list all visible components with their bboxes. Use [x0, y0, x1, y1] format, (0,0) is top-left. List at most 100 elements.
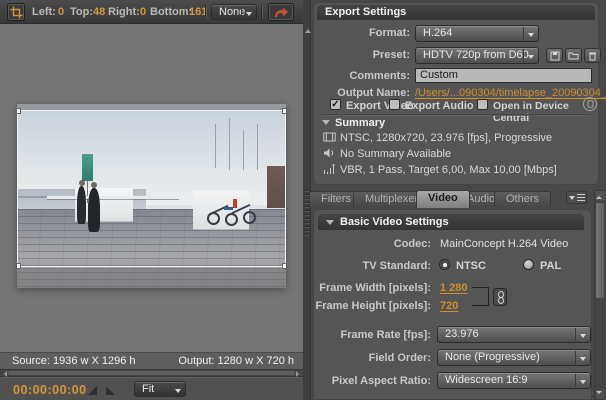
- comments-input[interactable]: Custom: [415, 68, 592, 83]
- panel-menu-button[interactable]: [566, 191, 587, 204]
- tab-audio-label: Audio: [467, 193, 495, 205]
- basic-video-settings-header: Basic Video Settings: [318, 214, 584, 230]
- frame-rate-dropdown[interactable]: 23.976: [437, 326, 591, 343]
- crop-bottom-label: Bottom:: [150, 6, 192, 18]
- crop-handle-top-right[interactable]: [282, 108, 286, 114]
- preview-photo[interactable]: [17, 104, 286, 288]
- dropdown-divider: [523, 49, 524, 62]
- section-divider: [321, 114, 591, 115]
- codec-label: Codec:: [313, 238, 431, 250]
- bitrate-summary-icon: [323, 163, 336, 176]
- link-dimensions-button[interactable]: [493, 288, 507, 306]
- ntsc-label: NTSC: [456, 260, 486, 272]
- zoom-level-value: Fit: [142, 383, 154, 395]
- save-preset-button[interactable]: [546, 48, 563, 63]
- summary-title: Summary: [335, 117, 385, 129]
- export-audio-checkbox[interactable]: [389, 99, 400, 110]
- settings-flyout-button[interactable]: [268, 3, 294, 21]
- frame-width-label: Frame Width [pixels]:: [313, 282, 431, 294]
- tab-others-label: Others: [506, 193, 539, 205]
- chevron-down-icon: [580, 380, 586, 387]
- vertical-scrollbar-thumb[interactable]: [596, 203, 604, 298]
- pixel-aspect-ratio-value: Widescreen 16:9: [445, 374, 528, 386]
- ntsc-radio[interactable]: [439, 259, 450, 270]
- zoom-out-triangle-icon[interactable]: [88, 386, 97, 395]
- export-video-label: Export Video: [346, 100, 414, 112]
- tab-video[interactable]: Video: [416, 190, 470, 208]
- tv-standard-label: TV Standard:: [313, 260, 431, 272]
- crop-tool-button[interactable]: [7, 3, 25, 21]
- zoom-level-dropdown[interactable]: Fit: [134, 381, 186, 397]
- dropdown-divider: [575, 351, 576, 364]
- field-order-dropdown[interactable]: None (Progressive): [437, 349, 591, 366]
- chain-link-icon: [498, 297, 504, 304]
- preset-label: Preset:: [313, 49, 410, 61]
- crop-top-label: Top:: [70, 6, 93, 18]
- basic-video-settings-title: Basic Video Settings: [340, 216, 449, 228]
- frame-height-label: Frame Height [pixels]:: [313, 300, 431, 312]
- output-dimensions: Output: 1280 w X 720 h: [178, 355, 294, 367]
- pixel-aspect-ratio-dropdown[interactable]: Widescreen 16:9: [437, 372, 591, 389]
- output-name-link[interactable]: /Users/...090304/timelapse_20090304_1.mp…: [415, 87, 606, 99]
- format-label: Format:: [313, 27, 410, 39]
- export-audio-label: Export Audio: [405, 100, 474, 112]
- dropdown-divider: [241, 6, 242, 18]
- summary-disclosure-icon[interactable]: [322, 120, 330, 129]
- export-video-checkbox[interactable]: ✓: [330, 99, 341, 110]
- horizontal-scrollbar[interactable]: [0, 369, 303, 377]
- crop-handle-bottom-left[interactable]: [17, 263, 21, 269]
- format-value: H.264: [423, 27, 452, 39]
- frame-rate-label: Frame Rate [fps]:: [313, 329, 431, 341]
- delete-preset-button[interactable]: [584, 48, 601, 63]
- crop-handle-top-left[interactable]: [17, 108, 21, 114]
- output-name-label: Output Name:: [313, 87, 410, 99]
- crop-right-value[interactable]: 0: [140, 6, 146, 18]
- tab-video-label: Video: [428, 192, 458, 204]
- toolbar-separator: [261, 5, 262, 19]
- horizontal-scrollbar-thumb[interactable]: [8, 371, 295, 375]
- export-settings-title: Export Settings: [325, 6, 406, 18]
- chevron-down-icon: [175, 389, 181, 396]
- crop-left-value[interactable]: 0: [58, 6, 64, 18]
- dropdown-divider: [170, 383, 171, 395]
- crop-top-value[interactable]: 48: [93, 6, 105, 18]
- preset-dropdown[interactable]: HDTV 720p from D60: [415, 47, 539, 64]
- cropped-region-bottom: [17, 268, 286, 288]
- frame-rate-value: 23.976: [445, 328, 479, 340]
- dimensions-info-bar: Source: 1936 w X 1296 h Output: 1280 w X…: [0, 352, 303, 369]
- save-preset-icon: [550, 51, 560, 61]
- frame-width-value[interactable]: 1 280: [440, 282, 468, 294]
- scroll-up-icon[interactable]: [305, 26, 311, 33]
- export-settings-header: Export Settings: [317, 5, 595, 20]
- pixel-aspect-ratio-label: Pixel Aspect Ratio:: [313, 375, 431, 387]
- summary-bitrate-text: VBR, 1 Pass, Target 6,00, Max 10,00 [Mbp…: [340, 164, 557, 176]
- preset-value: HDTV 720p from D60: [423, 49, 529, 61]
- bvs-disclosure-icon[interactable]: [326, 220, 334, 229]
- source-dimensions: Source: 1936 w X 1296 h: [12, 355, 136, 367]
- vertical-scrollbar[interactable]: [594, 190, 604, 400]
- menu-lines-icon: [577, 194, 585, 201]
- tab-others[interactable]: Others: [494, 191, 551, 207]
- crop-icon: [10, 6, 23, 19]
- import-preset-button[interactable]: [565, 48, 582, 63]
- crop-left-label: Left:: [32, 6, 56, 18]
- timecode-display[interactable]: 00:00:00:00: [13, 383, 87, 397]
- zoom-in-triangle-icon[interactable]: [106, 386, 115, 395]
- open-device-central-checkbox[interactable]: [477, 99, 488, 110]
- crop-rectangle[interactable]: [17, 110, 286, 267]
- transport-bar: 00:00:00:00 Fit: [0, 377, 303, 400]
- field-order-label: Field Order:: [313, 352, 431, 364]
- link-bracket: [472, 305, 488, 306]
- crop-right-label: Right:: [108, 6, 140, 18]
- export-settings-window: Left: 0 Top: 48 Right: 0 Bottom: 161 Non…: [0, 0, 606, 400]
- format-dropdown[interactable]: H.264: [415, 25, 539, 42]
- dropdown-divider: [575, 374, 576, 387]
- crop-handle-bottom-right[interactable]: [282, 263, 286, 269]
- frame-height-value[interactable]: 720: [440, 300, 458, 312]
- pal-radio[interactable]: [523, 259, 534, 270]
- curved-arrow-icon: [273, 6, 289, 18]
- tab-filters-label: Filters: [321, 193, 351, 205]
- crop-proportions-dropdown[interactable]: None: [211, 4, 257, 20]
- device-central-icon[interactable]: [583, 97, 597, 111]
- summary-video-text: NTSC, 1280x720, 23.976 [fps], Progressiv…: [340, 132, 552, 144]
